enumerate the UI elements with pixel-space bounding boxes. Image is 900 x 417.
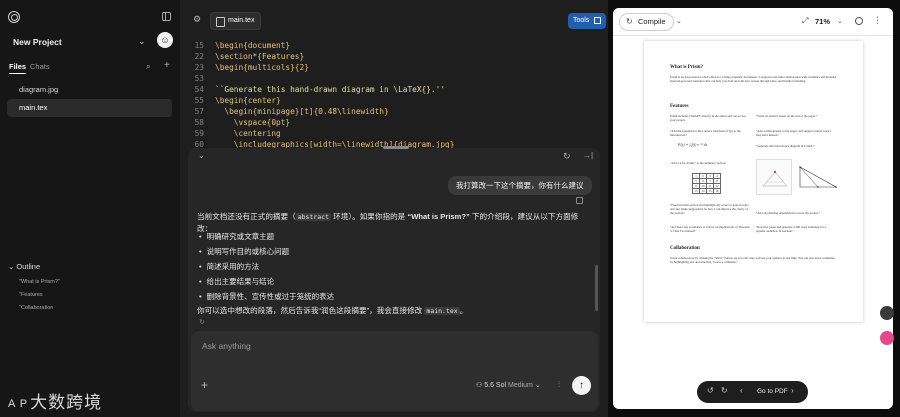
watermark: A P 大数跨境 — [8, 388, 102, 413]
list-item: 给出主要结果与结论 — [199, 276, 275, 287]
pdf-text: "Write an abstract based on the rest of … — [756, 114, 818, 118]
pdf-paragraph: Prism is an AI-powered LaTeX editor for … — [670, 75, 837, 83]
code-line: 22 \section*{Features} — [194, 52, 305, 61]
inline-code: main.tex — [424, 307, 460, 315]
tab-files[interactable]: Files — [9, 62, 27, 74]
pdf-heading: What is Prism? — [670, 65, 704, 70]
inline-code: abstract — [295, 213, 332, 221]
chevron-left-icon[interactable]: ‹ — [740, 386, 743, 395]
grid-icon — [594, 17, 601, 24]
pdf-text: "Add the equation for the Laplace transf… — [670, 129, 741, 137]
pdf-heading: Collaboration — [670, 246, 700, 251]
model-level: Medium — [507, 382, 533, 389]
chevron-down-icon[interactable]: ⌄ — [198, 151, 205, 160]
fit-icon[interactable]: ⤢ — [802, 16, 808, 26]
list-item: 删除背景性、宣传性或过于笼统的表达 — [199, 291, 335, 302]
chevron-right-icon[interactable]: › — [791, 386, 794, 395]
file-item-main-tex[interactable]: main.tex — [7, 99, 172, 117]
tools-label: Tools — [573, 17, 590, 24]
code-line: 53 — [194, 74, 204, 83]
pdf-text: "Read my paper and generate a 200 word s… — [756, 225, 826, 233]
gear-icon[interactable]: ⚙ — [193, 14, 201, 25]
zoom-level[interactable]: 71% — [815, 17, 830, 26]
file-item-diagram[interactable]: diagram.jpg — [7, 81, 172, 99]
add-file-icon[interactable]: + — [164, 60, 170, 71]
add-attachment-icon[interactable]: + — [201, 378, 208, 392]
chevron-down-icon[interactable]: ⌄ — [676, 17, 682, 25]
assistant-answer-end: 你可以选中想改的段落，然后告诉我“润色这段摘要”，我会直接修改 main.tex… — [197, 306, 468, 315]
code-line: 55 \begin{center} — [194, 96, 281, 105]
floating-tool-icon[interactable] — [880, 306, 894, 320]
compile-button[interactable]: Compile — [619, 13, 674, 31]
list-item: 说明写作目的或核心问题 — [199, 246, 290, 257]
list-item: 简述采用的方法 — [199, 261, 260, 272]
chat-input[interactable] — [202, 341, 572, 351]
assistant-bubble-icon[interactable] — [880, 331, 894, 345]
model-name: 5.6 Sol — [484, 382, 507, 389]
chevron-down-icon[interactable]: ⌄ — [138, 36, 146, 47]
pdf-text: "Proofread this section and highlight an… — [670, 203, 750, 215]
pdf-text: "Are there any corollaries or follow-on … — [670, 225, 750, 233]
sidebar-toggle-icon[interactable] — [162, 12, 171, 21]
outline-item[interactable]: "What is Prism?" — [19, 279, 60, 285]
watermark-sub: A P — [8, 397, 29, 410]
code-editor[interactable]: 15 \begin{document} 22 \section*{Features}… — [180, 40, 608, 149]
resize-handle[interactable] — [383, 146, 409, 149]
code-line: 15 \begin{document} — [194, 41, 291, 50]
hand-drawn-diagram-image — [756, 159, 792, 195]
pdf-text: "Generate this hand-drawn diagram in LaT… — [756, 144, 815, 148]
tools-button[interactable]: Tools — [568, 13, 606, 29]
pdf-text: "Add a bibliography to my paper, and sug… — [756, 129, 831, 137]
outline-title-label: Outline — [16, 262, 41, 271]
go-to-pdf-button[interactable]: Go to PDF — [757, 388, 788, 395]
retry-icon[interactable]: ↻ — [199, 318, 205, 326]
pdf-table: 1234 5678 9 10 11 12 13 14 15 16 — [692, 173, 721, 194]
pdf-page: What is Prism? Prism is an AI-powered La… — [644, 41, 863, 322]
user-message: 我打算改一下这个摘要，你有什么建议 — [448, 176, 592, 195]
code-line: 54 ``Generate this hand-drawn diagram in … — [194, 85, 446, 94]
outline-item[interactable]: "Collaboration — [19, 305, 53, 311]
pdf-text: "Add a 4-by-4 table" to the summary sect… — [670, 161, 727, 165]
pdf-paragraph: Invite collaborators by clicking the "Sh… — [670, 256, 835, 264]
project-name[interactable]: New Project — [13, 37, 62, 47]
more-icon[interactable]: ⋮ — [873, 15, 882, 26]
refresh-icon[interactable]: ↻ — [563, 151, 571, 162]
code-line: 23 \begin{multicols}{2} — [194, 63, 309, 72]
collapse-panel-icon[interactable]: →| — [583, 151, 593, 160]
sidebar — [0, 0, 180, 417]
code-line: 59 \centering — [194, 129, 281, 138]
tab-main-tex[interactable]: main.tex — [210, 12, 262, 30]
outline-title[interactable]: ⌄ Outline — [8, 262, 40, 271]
latex-diagram — [796, 159, 840, 195]
send-button[interactable]: ↑ — [572, 376, 591, 395]
chevron-down-icon[interactable]: ⌄ — [837, 17, 843, 25]
watermark-text: 大数跨境 — [30, 393, 103, 412]
search-icon[interactable]: ⌕ — [146, 62, 150, 72]
redo-icon[interactable]: ↻ — [721, 386, 728, 395]
info-icon[interactable] — [855, 17, 863, 25]
pdf-heading: Features — [670, 104, 689, 109]
list-item: 明确研究或文章主题 — [199, 231, 275, 242]
app-logo-icon[interactable] — [8, 11, 20, 23]
scrollbar[interactable] — [595, 265, 598, 311]
pdf-text: Prism includes ChatGPT directly in the e… — [670, 114, 746, 122]
code-line: 57 \begin{minipage}[t]{0.48\linewidth} — [194, 107, 389, 116]
voice-icon[interactable]: ⫶ — [558, 380, 560, 390]
code-line: 58 \vspace{0pt} — [194, 118, 291, 127]
undo-icon[interactable]: ↺ — [707, 386, 714, 395]
avatar[interactable]: ☺ — [157, 32, 173, 48]
pdf-text: "Add any missing dependencies across my … — [756, 211, 821, 215]
model-selector[interactable]: ⚇ 5.6 Sol Medium ⌄ — [476, 381, 541, 389]
pdf-equation: F(s) = ∫ f(t) e⁻ˢᵗ dt — [678, 142, 707, 147]
outline-item[interactable]: "Features — [19, 292, 43, 298]
tab-chats[interactable]: Chats — [30, 62, 50, 71]
copy-icon[interactable] — [576, 197, 583, 204]
